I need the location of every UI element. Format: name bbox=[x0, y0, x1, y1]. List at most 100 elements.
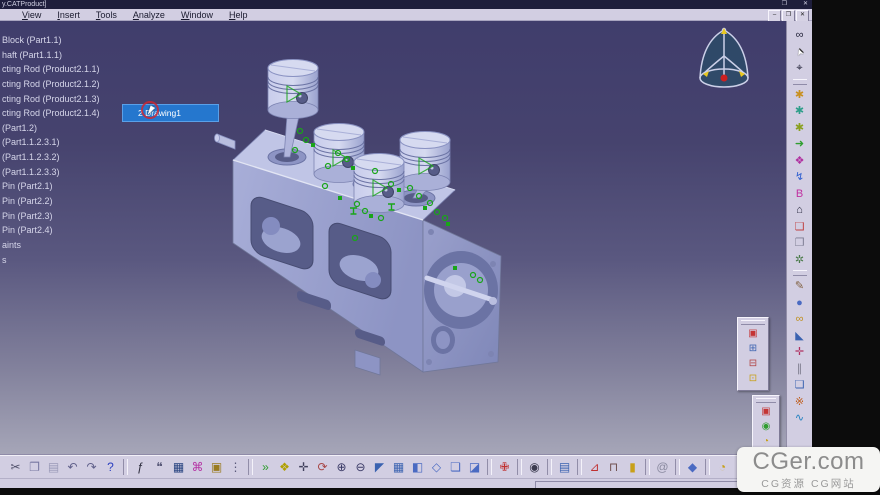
crankshaft-stub[interactable] bbox=[215, 134, 236, 149]
annotation-lock-icon[interactable]: ▮ bbox=[623, 457, 642, 477]
tree-item-pin-3[interactable]: Pin (Part2.3) bbox=[2, 209, 100, 224]
piston-3[interactable] bbox=[354, 154, 404, 213]
tree-item-connecting-rod-4[interactable]: cting Rod (Product2.1.4) bbox=[2, 106, 100, 121]
analysis-gear-icon[interactable]: ◔ bbox=[713, 457, 732, 477]
design-table-icon[interactable]: ⌘ bbox=[188, 457, 207, 477]
tree-item-pin-1[interactable]: Pin (Part2.1) bbox=[2, 179, 100, 194]
window-gray-icon[interactable]: ❐ bbox=[790, 235, 810, 252]
constraint-create-icon[interactable]: ⊞ bbox=[743, 341, 763, 356]
redo-icon[interactable]: ↷ bbox=[82, 457, 101, 477]
palette-icon[interactable]: ※ bbox=[790, 394, 810, 411]
update-icon[interactable]: ▣ bbox=[756, 404, 776, 419]
tree-item-applications[interactable]: s bbox=[2, 253, 100, 268]
lock-icon[interactable]: ▣ bbox=[207, 457, 226, 477]
catalog-browser-icon[interactable]: ⌂ bbox=[790, 202, 810, 219]
insert-component-icon[interactable]: ➜ bbox=[790, 136, 810, 153]
update-all-icon[interactable]: ▣ bbox=[743, 326, 763, 341]
full-screen-icon[interactable]: ◪ bbox=[465, 457, 484, 477]
menu-analyze[interactable]: Analyze bbox=[125, 10, 173, 20]
bottom-toolbar: ✂❐▤↶↷?ƒ❝▦⌘▣⋮»❖✛⟳⊕⊖◤▦◧◇❏◪✙◉▤⊿⊓▮@◆◔◕◑∷❂ bbox=[0, 455, 812, 478]
sketch-pencil-icon[interactable]: ✎ bbox=[790, 278, 810, 295]
mold-gear-icon[interactable]: ✱ bbox=[790, 103, 810, 120]
tree-item-constraints[interactable]: aints bbox=[2, 238, 100, 253]
settings-gear-icon[interactable]: ✲ bbox=[790, 252, 810, 269]
compass-origin-dot[interactable] bbox=[721, 75, 728, 82]
printer-icon[interactable]: ▤ bbox=[555, 457, 574, 477]
cut-icon[interactable]: ✂ bbox=[6, 457, 25, 477]
menu-insert[interactable]: Insert bbox=[49, 10, 88, 20]
machine-gear-icon[interactable]: ✱ bbox=[790, 120, 810, 137]
tree-item-part1-1-2-3-2[interactable]: (Part1.1.2.3.2) bbox=[2, 150, 100, 165]
spiral-icon[interactable]: @ bbox=[653, 457, 672, 477]
tree-item-part1-1-2-3-3[interactable]: (Part1.1.2.3.3) bbox=[2, 165, 100, 180]
window-layout-icon[interactable]: ❏ bbox=[790, 219, 810, 236]
menu-window[interactable]: Window bbox=[173, 10, 221, 20]
whats-this-icon[interactable]: ? bbox=[101, 457, 120, 477]
engine-assembly-model[interactable] bbox=[205, 28, 525, 383]
update-toolbar: ▣⊞⊟⊡ bbox=[737, 317, 769, 391]
menu-tools[interactable]: Tools bbox=[88, 10, 125, 20]
comment-icon[interactable]: ❝ bbox=[150, 457, 169, 477]
paste-icon[interactable]: ▤ bbox=[44, 457, 63, 477]
crop-bar-right bbox=[812, 0, 880, 495]
undo-icon[interactable]: ↶ bbox=[63, 457, 82, 477]
rotate-icon[interactable]: ⟳ bbox=[313, 457, 332, 477]
tree-item-connecting-rod-2[interactable]: cting Rod (Product2.1.2) bbox=[2, 77, 100, 92]
multi-view-icon[interactable]: ▦ bbox=[389, 457, 408, 477]
formula-icon[interactable]: ƒ bbox=[131, 457, 150, 477]
fit-all-icon[interactable]: ❖ bbox=[275, 457, 294, 477]
tree-structure-icon[interactable]: ⋮ bbox=[226, 457, 245, 477]
product-structure-icon[interactable]: ❖ bbox=[790, 153, 810, 170]
tree-item-engine-block[interactable]: Block (Part1.1) bbox=[2, 33, 100, 48]
knowledge-icon[interactable]: ▦ bbox=[169, 457, 188, 477]
title-bar: y.CATProduct] ❐✕ bbox=[0, 0, 812, 9]
constraint-contact-icon[interactable]: ⊟ bbox=[743, 356, 763, 371]
measure-item-icon[interactable]: ⊿ bbox=[585, 457, 604, 477]
axis-cross-icon[interactable]: ✛ bbox=[790, 344, 810, 361]
shaded-view-icon[interactable]: ◧ bbox=[408, 457, 427, 477]
constraint-fix-icon[interactable]: ⊡ bbox=[743, 371, 763, 386]
measure-inertia-icon[interactable]: ⊓ bbox=[604, 457, 623, 477]
clip-icon[interactable]: ∥ bbox=[790, 361, 810, 378]
kinematics-icon[interactable]: ↯ bbox=[790, 169, 810, 186]
view-compass[interactable] bbox=[696, 26, 752, 92]
toolbar-grip[interactable] bbox=[756, 398, 777, 403]
sphere-icon[interactable]: ● bbox=[790, 295, 810, 312]
titlebar-restore-button[interactable]: ❐ bbox=[782, 0, 787, 9]
window-menu-item-drawing1[interactable]: 2 Drawing1 bbox=[122, 104, 219, 122]
part-design-icon[interactable]: B bbox=[790, 186, 810, 203]
camera-icon[interactable]: ◉ bbox=[525, 457, 544, 477]
named-view-icon[interactable]: ❏ bbox=[446, 457, 465, 477]
zoom-in-icon[interactable]: ⊕ bbox=[332, 457, 351, 477]
toolbar-separator bbox=[547, 459, 552, 475]
specs-axis-icon[interactable]: ✙ bbox=[495, 457, 514, 477]
constraints-ok-icon[interactable]: ◉ bbox=[756, 419, 776, 434]
cone-icon[interactable]: ◣ bbox=[790, 328, 810, 345]
menu-items: ViewInsertToolsAnalyzeWindowHelp bbox=[14, 10, 255, 20]
titlebar-close-button[interactable]: ✕ bbox=[803, 0, 808, 9]
pan-icon[interactable]: ✛ bbox=[294, 457, 313, 477]
update-gear-icon[interactable]: ✱ bbox=[790, 87, 810, 104]
wireframe-view-icon[interactable]: ◇ bbox=[427, 457, 446, 477]
tree-item-connecting-rod-1[interactable]: cting Rod (Product2.1.1) bbox=[2, 62, 100, 77]
menu-help[interactable]: Help bbox=[221, 10, 256, 20]
watermark-subtitle: CG资源 CG网站 bbox=[737, 476, 880, 491]
tree-item-connecting-rod-3[interactable]: cting Rod (Product2.1.3) bbox=[2, 92, 100, 107]
plane-icon[interactable]: ◆ bbox=[683, 457, 702, 477]
titlebar-controls: ❐✕ bbox=[782, 0, 808, 9]
tree-item-part1-1-2-3-1[interactable]: (Part1.1.2.3.1) bbox=[2, 135, 100, 150]
viewport-frame-icon[interactable]: ❏ bbox=[790, 377, 810, 394]
tree-item-crankshaft[interactable]: haft (Part1.1.1) bbox=[2, 48, 100, 63]
swoosh-icon[interactable]: ∿ bbox=[790, 410, 810, 427]
toolbar-grip[interactable] bbox=[741, 320, 765, 325]
wheels-icon[interactable]: ∞ bbox=[790, 311, 810, 328]
tree-item-pin-4[interactable]: Pin (Part2.4) bbox=[2, 223, 100, 238]
3d-viewport[interactable]: Block (Part1.1)haft (Part1.1.1)cting Rod… bbox=[0, 21, 786, 455]
tree-item-pin-2[interactable]: Pin (Part2.2) bbox=[2, 194, 100, 209]
normal-view-icon[interactable]: ◤ bbox=[370, 457, 389, 477]
fly-mode-icon[interactable]: » bbox=[256, 457, 275, 477]
tree-item-part1-2[interactable]: (Part1.2) bbox=[2, 121, 100, 136]
copy-icon[interactable]: ❐ bbox=[25, 457, 44, 477]
menu-view[interactable]: View bbox=[14, 10, 49, 20]
zoom-out-icon[interactable]: ⊖ bbox=[351, 457, 370, 477]
